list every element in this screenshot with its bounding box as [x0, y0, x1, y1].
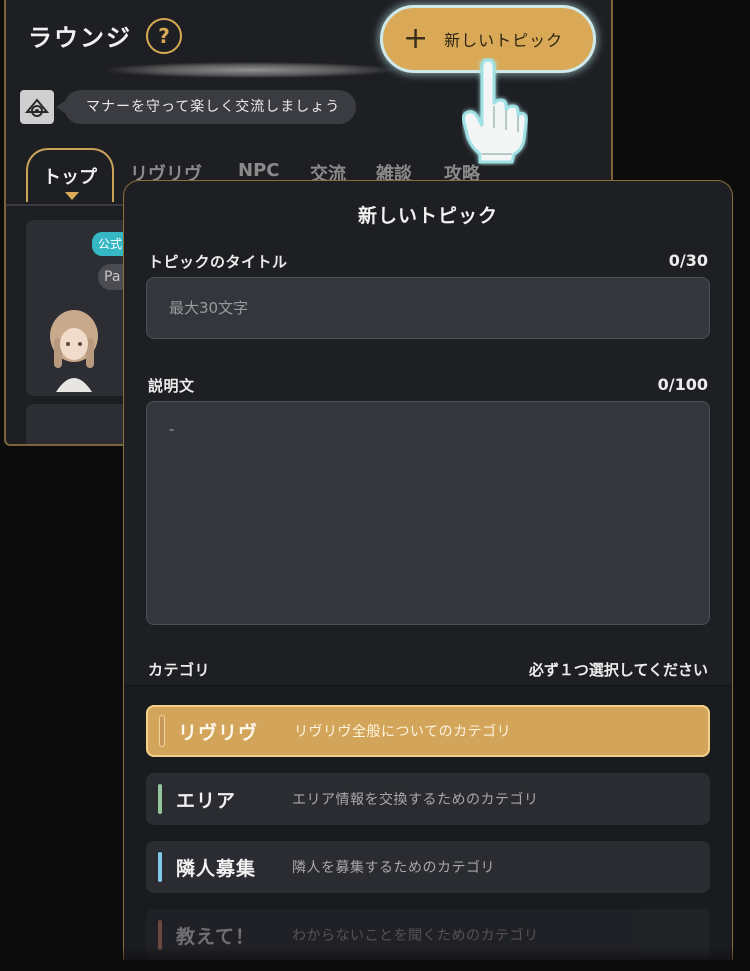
description-count: 0/100 — [657, 375, 708, 394]
category-item-neighbor[interactable]: 隣人募集 隣人を募集するためのカテゴリ — [146, 841, 710, 893]
category-name: エリア — [176, 789, 237, 812]
new-topic-label: 新しいトピック — [444, 31, 564, 50]
topic-title-count: 0/30 — [668, 251, 708, 270]
category-hint: 必ず１つ選択してください — [528, 661, 708, 679]
category-item-area[interactable]: エリア エリア情報を交換するためのカテゴリ — [146, 773, 710, 825]
topic-title-field-box — [146, 277, 710, 339]
plus-icon: + — [403, 21, 429, 56]
pointing-hand-icon — [462, 58, 528, 164]
category-color-bar — [160, 716, 164, 746]
category-description: 隣人を募集するためのカテゴリ — [292, 860, 495, 876]
modal-title: 新しいトピック — [357, 205, 498, 227]
topic-title-input[interactable] — [147, 278, 709, 338]
lounge-title: ラウンジ — [28, 24, 132, 52]
new-topic-modal: 新しいトピック トピックのタイトル 0/30 説明文 0/100 カテゴリ 必ず… — [123, 180, 733, 960]
category-label: カテゴリ — [148, 661, 211, 679]
category-list: リヴリヴ リヴリヴ全般についてのカテゴリ エリア エリア情報を交換するためのカテ… — [124, 687, 732, 960]
topic-card[interactable] — [26, 404, 136, 444]
tab-npc[interactable]: NPC — [238, 160, 279, 181]
header-divider — [106, 62, 396, 78]
description-textarea[interactable] — [147, 402, 709, 624]
category-color-bar — [158, 852, 162, 882]
description-label: 説明文 — [148, 377, 195, 395]
category-name: 教えて！ — [176, 925, 256, 948]
eye-icon — [20, 90, 54, 124]
tab-label: トップ — [43, 167, 97, 188]
category-description: リヴリヴ全般についてのカテゴリ — [294, 724, 512, 740]
category-color-bar — [158, 784, 162, 814]
description-field-box — [146, 401, 710, 625]
bottom-fade — [0, 947, 750, 971]
caret-down-icon — [65, 192, 79, 200]
category-description: わからないことを聞くためのカテゴリ — [292, 928, 539, 944]
avatar — [50, 310, 98, 392]
category-name: リヴリヴ — [178, 721, 259, 744]
screen: ラウンジ ? マナーを守って楽しく交流しましょう トップ リヴリヴ NPC 交流… — [0, 0, 750, 971]
topic-card[interactable]: 公式 Pa — [26, 220, 136, 396]
category-name: 隣人募集 — [176, 857, 257, 880]
help-icon[interactable]: ? — [146, 18, 182, 54]
category-color-bar — [158, 920, 162, 950]
manner-message: マナーを守って楽しく交流しましょう — [55, 90, 357, 124]
topic-title-label: トピックのタイトル — [148, 253, 288, 271]
category-item-livlive[interactable]: リヴリヴ リヴリヴ全般についてのカテゴリ — [146, 705, 710, 757]
tab-top[interactable]: トップ — [26, 148, 114, 202]
category-description: エリア情報を交換するためのカテゴリ — [292, 792, 539, 808]
